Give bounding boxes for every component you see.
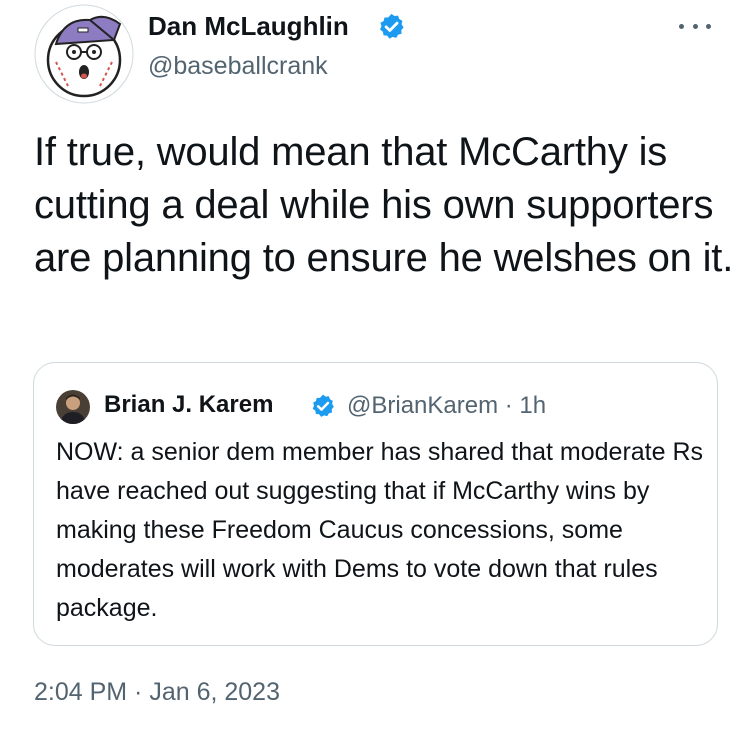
quoted-author-name: Brian J. Karem <box>104 391 274 418</box>
tweet-timestamp[interactable]: 2:04 PM · Jan 6, 2023 <box>34 678 280 707</box>
author-handle[interactable]: @baseballcrank <box>148 52 328 81</box>
verified-badge-icon <box>377 12 406 41</box>
author-avatar[interactable] <box>34 4 134 104</box>
quoted-tweet-card[interactable]: Brian J. Karem @BrianKarem · 1h NOW: a s… <box>33 362 718 646</box>
verified-badge-icon <box>310 393 336 419</box>
quoted-author-handle-time: @BrianKarem · 1h <box>347 392 547 419</box>
quoted-author-avatar <box>56 390 90 424</box>
tweet: Dan McLaughlin @baseballcrank If true, w… <box>0 0 750 732</box>
author-name[interactable]: Dan McLaughlin <box>148 11 349 42</box>
quoted-tweet-text: NOW: a senior dem member has shared that… <box>56 438 704 622</box>
more-horizontal-icon[interactable] <box>675 16 715 36</box>
tweet-text: If true, would mean that McCarthy is cut… <box>34 130 734 280</box>
